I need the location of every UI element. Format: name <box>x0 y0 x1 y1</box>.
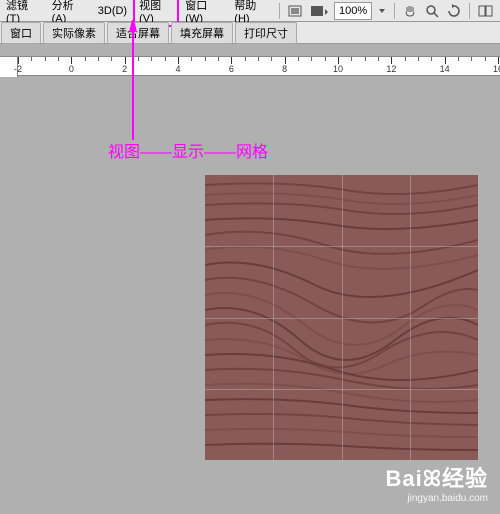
rotate-view-icon[interactable] <box>443 2 465 20</box>
options-bar: 窗口 实际像素 适合屏幕 填充屏幕 打印尺寸 <box>0 22 500 44</box>
option-window[interactable]: 窗口 <box>1 22 41 44</box>
ruler: -20246810121416 <box>0 56 500 76</box>
annotation-text: 视图——显示——网格 <box>108 138 268 162</box>
separator <box>279 3 280 19</box>
hand-tool-icon[interactable] <box>399 2 421 20</box>
menu-3d[interactable]: 3D(D) <box>92 3 133 19</box>
option-print-size[interactable]: 打印尺寸 <box>235 22 297 44</box>
zoom-tool-icon[interactable] <box>421 2 443 20</box>
zoom-dropdown-icon[interactable] <box>374 5 390 17</box>
watermark-brand: Baiꕤ经验 <box>385 461 488 493</box>
option-actual-pixels[interactable]: 实际像素 <box>43 22 105 44</box>
document-canvas[interactable] <box>205 175 478 460</box>
launch-bridge-icon[interactable] <box>284 3 306 19</box>
annotation-arrow <box>127 20 147 142</box>
menu-bar: 滤镜(T) 分析(A) 3D(D) 视图(V) 窗口(W) 帮助(H) 100% <box>0 0 500 22</box>
option-fill-screen[interactable]: 填充屏幕 <box>171 22 233 44</box>
zoom-level[interactable]: 100% <box>334 2 372 20</box>
screen-mode-icon[interactable] <box>306 3 332 19</box>
ruler-horizontal[interactable]: -20246810121416 <box>18 57 500 77</box>
watermark-url: jingyan.baidu.com <box>385 493 488 504</box>
arrange-documents-icon[interactable] <box>474 3 500 19</box>
separator <box>394 3 395 19</box>
separator <box>469 3 470 19</box>
watermark: Baiꕤ经验 jingyan.baidu.com <box>385 461 488 504</box>
